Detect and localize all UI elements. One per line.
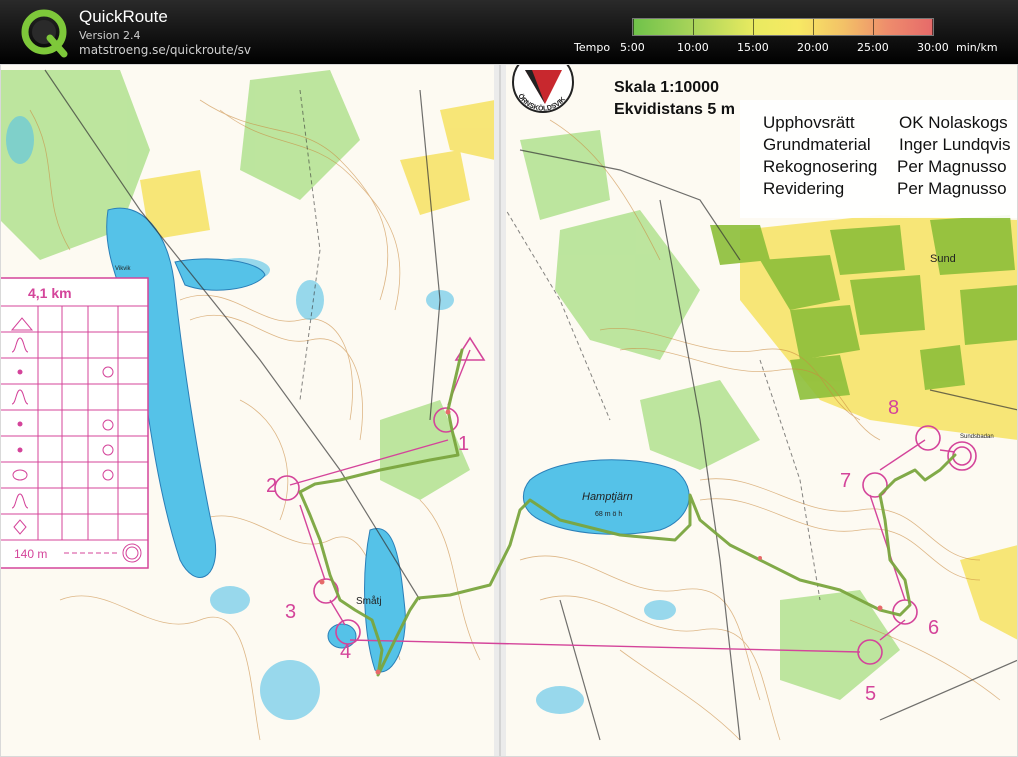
pace-tick-label: 25:00	[857, 41, 889, 54]
control-number: 2	[266, 475, 277, 497]
place-name-hamptjarn-height: 68 m ö h	[595, 511, 622, 518]
control-number: 4	[340, 641, 351, 663]
control-number: 5	[865, 683, 876, 705]
map-scale: Skala 1:10000	[614, 79, 719, 96]
pace-scale-tick	[633, 19, 634, 35]
pace-scale-title: Tempo	[574, 41, 611, 54]
control-number: 8	[888, 397, 899, 419]
control-number: 1	[458, 433, 469, 455]
control-number: 6	[928, 617, 939, 639]
app-header: QuickRoute Version 2.4 matstroeng.se/qui…	[0, 0, 1018, 64]
course-length: 4,1 km	[28, 285, 72, 301]
place-name-sundsbadan: Sundsbadan	[960, 434, 994, 440]
pace-scale-tick	[932, 19, 933, 35]
credit-name: Inger Lundqvis	[899, 135, 1011, 154]
credit-role: Revidering	[763, 179, 844, 198]
credit-name: OK Nolaskogs	[899, 113, 1008, 132]
credit-name: Per Magnusso	[897, 157, 1007, 176]
pace-unit-label: min/km	[956, 41, 998, 54]
final-leg-length: 140 m	[14, 547, 47, 561]
credit-role: Grundmaterial	[763, 135, 871, 154]
place-name-vikvik: Vikvik	[115, 266, 132, 272]
credit-role: Upphovsrätt	[763, 113, 855, 132]
pace-scale-tick	[873, 19, 874, 35]
pace-tick-label: 15:00	[737, 41, 769, 54]
orienteering-map[interactable]: 1 2 3 4 5 6 7 8 Sund Hamptjärn 68 m ö h …	[0, 64, 1018, 757]
app-title: QuickRoute	[79, 7, 168, 26]
pace-color-scale	[632, 18, 934, 36]
pace-tick-label: 10:00	[677, 41, 709, 54]
place-name-hamptjarn: Hamptjärn	[582, 491, 633, 503]
pace-tick-label: 30:00	[917, 41, 949, 54]
control-number: 3	[285, 601, 296, 623]
control-number: 7	[840, 470, 851, 492]
pace-scale-tick	[693, 19, 694, 35]
pace-scale-labels: Tempo 5:00 10:00 15:00 20:00 25:00 30:00…	[0, 41, 1018, 55]
pace-scale-tick	[813, 19, 814, 35]
credit-name: Per Magnusso	[897, 179, 1007, 198]
map-contour-interval: Ekvidistans 5 m	[614, 101, 735, 118]
pace-tick-label: 20:00	[797, 41, 829, 54]
control-description-sheet: 4,1 km 140 m	[0, 277, 149, 569]
place-name-smatj: Småtj	[356, 595, 382, 607]
pace-scale-tick	[753, 19, 754, 35]
place-name-sund: Sund	[930, 253, 956, 265]
credit-role: Rekognosering	[763, 157, 877, 176]
pace-tick-label: 5:00	[620, 41, 645, 54]
